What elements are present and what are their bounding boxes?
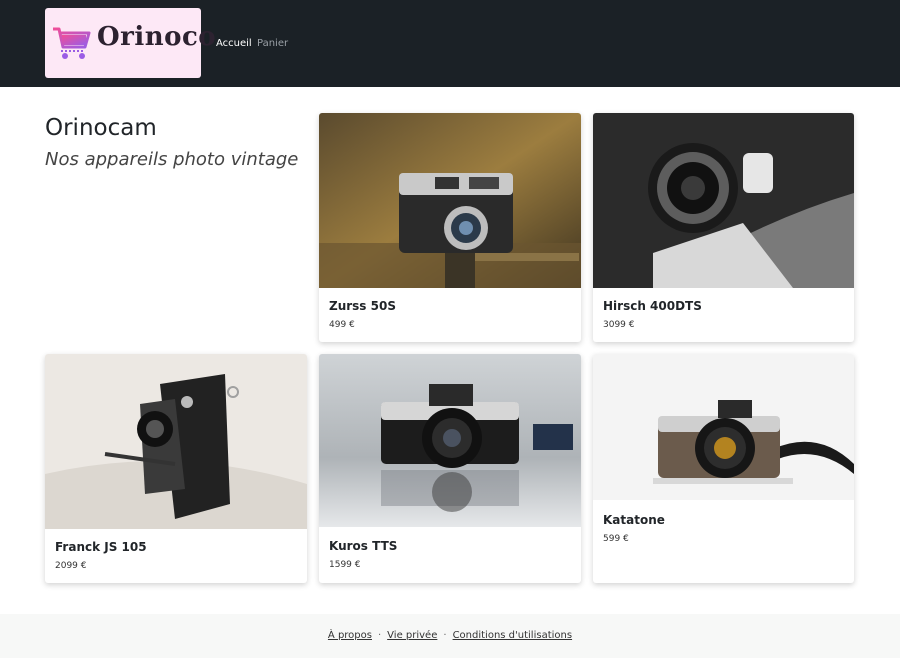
product-image bbox=[319, 354, 581, 527]
product-name[interactable]: Katatone bbox=[603, 513, 665, 527]
footer-separator: · bbox=[377, 630, 382, 641]
footer-link-privacy[interactable]: Vie privée bbox=[387, 630, 437, 641]
product-price: 3099 € bbox=[603, 320, 635, 330]
footer-link-terms[interactable]: Conditions d'utilisations bbox=[453, 630, 573, 641]
product-name[interactable]: Franck JS 105 bbox=[55, 540, 147, 554]
product-price: 1599 € bbox=[329, 560, 361, 570]
product-image bbox=[45, 354, 307, 529]
product-image bbox=[593, 354, 854, 500]
footer-link-about[interactable]: À propos bbox=[328, 630, 372, 641]
navbar: Orinoco Accueil Panier bbox=[0, 0, 900, 87]
product-price: 2099 € bbox=[55, 561, 87, 571]
nav-link-home[interactable]: Accueil bbox=[216, 38, 252, 49]
footer: À propos · Vie privée · Conditions d'utilisa… bbox=[0, 614, 900, 658]
brand-name: Orinoco bbox=[97, 22, 217, 52]
page-title: Orinocam bbox=[45, 115, 157, 141]
product-name[interactable]: Kuros TTS bbox=[329, 539, 397, 553]
product-card[interactable]: Franck JS 105 2099 € bbox=[45, 354, 307, 583]
shopping-cart-icon bbox=[53, 27, 91, 59]
product-price: 599 € bbox=[603, 534, 629, 544]
brand-logo[interactable]: Orinoco bbox=[45, 8, 216, 78]
nav-link-cart[interactable]: Panier bbox=[257, 38, 288, 49]
product-name[interactable]: Zurss 50S bbox=[329, 299, 396, 313]
product-card[interactable]: Hirsch 400DTS 3099 € bbox=[593, 113, 854, 342]
product-name[interactable]: Hirsch 400DTS bbox=[603, 299, 702, 313]
footer-links: À propos · Vie privée · Conditions d'utilisa… bbox=[0, 630, 900, 641]
product-card[interactable]: Zurss 50S 499 € bbox=[319, 113, 581, 342]
product-image bbox=[319, 113, 581, 288]
page-subtitle: Nos appareils photo vintage bbox=[45, 149, 299, 170]
footer-separator: · bbox=[443, 630, 447, 641]
product-image bbox=[593, 113, 854, 288]
product-card[interactable]: Kuros TTS 1599 € bbox=[319, 354, 581, 583]
product-card[interactable]: Katatone 599 € bbox=[593, 354, 854, 583]
product-price: 499 € bbox=[329, 320, 355, 330]
